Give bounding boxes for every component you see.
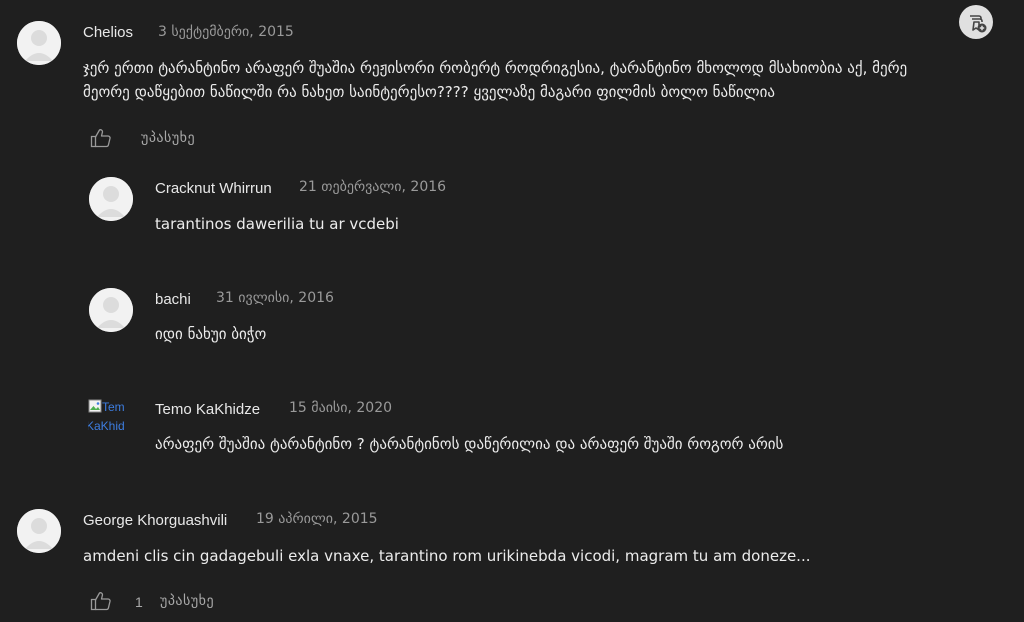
avatar-alt-text-line-2: KaKhid [88, 419, 125, 433]
comments-page: Chelios 3 სექტემბერი, 2015 ჯერ ერთი ტარა… [0, 0, 1024, 622]
broken-image-icon [88, 399, 102, 413]
avatar[interactable] [17, 509, 61, 553]
like-count: 1 [135, 594, 143, 610]
user-placeholder-icon [17, 21, 61, 65]
reply-author[interactable]: Cracknut Whirrun [155, 180, 272, 197]
reply-author[interactable]: bachi [155, 291, 191, 308]
comment-author[interactable]: George Khorguashvili [83, 512, 227, 529]
reply-author[interactable]: Temo KaKhidze [155, 401, 260, 418]
reply-text: არაფერ შუაშია ტარანტინო ? ტარანტინოს დაწ… [155, 435, 784, 453]
reply-text: tarantinos dawerilia tu ar vcdebi [155, 215, 399, 233]
reply-text: იდი ნახუი ბიჭო [155, 325, 267, 343]
thumbs-up-icon [90, 129, 111, 148]
comment-text-line-1: ჯერ ერთი ტარანტინო არაფერ შუაშია რეჟისორ… [83, 59, 908, 77]
user-placeholder-icon [17, 509, 61, 553]
add-to-collection-icon [970, 15, 987, 33]
thumbs-up-icon [90, 592, 111, 611]
comment-date: 19 აპრილი, 2015 [256, 511, 378, 527]
comment-text-line-2: მეორე დაწყებით ნაწილში რა ნახეთ საინტერე… [83, 83, 775, 101]
reply-button[interactable]: უპასუხე [141, 130, 195, 146]
avatar-broken-image[interactable]: Tem KaKhid [88, 398, 136, 440]
reply-date: 15 მაისი, 2020 [289, 400, 393, 416]
avatar-alt-text: Tem [102, 400, 125, 414]
like-button[interactable] [90, 591, 112, 611]
add-to-collection-button[interactable] [959, 5, 993, 39]
reply-button[interactable]: უპასუხე [160, 593, 214, 609]
like-button[interactable] [90, 128, 112, 148]
user-placeholder-icon [89, 288, 133, 332]
reply-date: 21 თებერვალი, 2016 [299, 179, 447, 195]
comment-date: 3 სექტემბერი, 2015 [158, 24, 294, 40]
comment-text: amdeni clis cin gadagebuli exla vnaxe, t… [83, 547, 811, 565]
user-placeholder-icon [89, 177, 133, 221]
avatar[interactable] [89, 288, 133, 332]
comment-author[interactable]: Chelios [83, 24, 133, 41]
avatar[interactable] [89, 177, 133, 221]
avatar[interactable] [17, 21, 61, 65]
reply-date: 31 ივლისი, 2016 [216, 290, 334, 306]
